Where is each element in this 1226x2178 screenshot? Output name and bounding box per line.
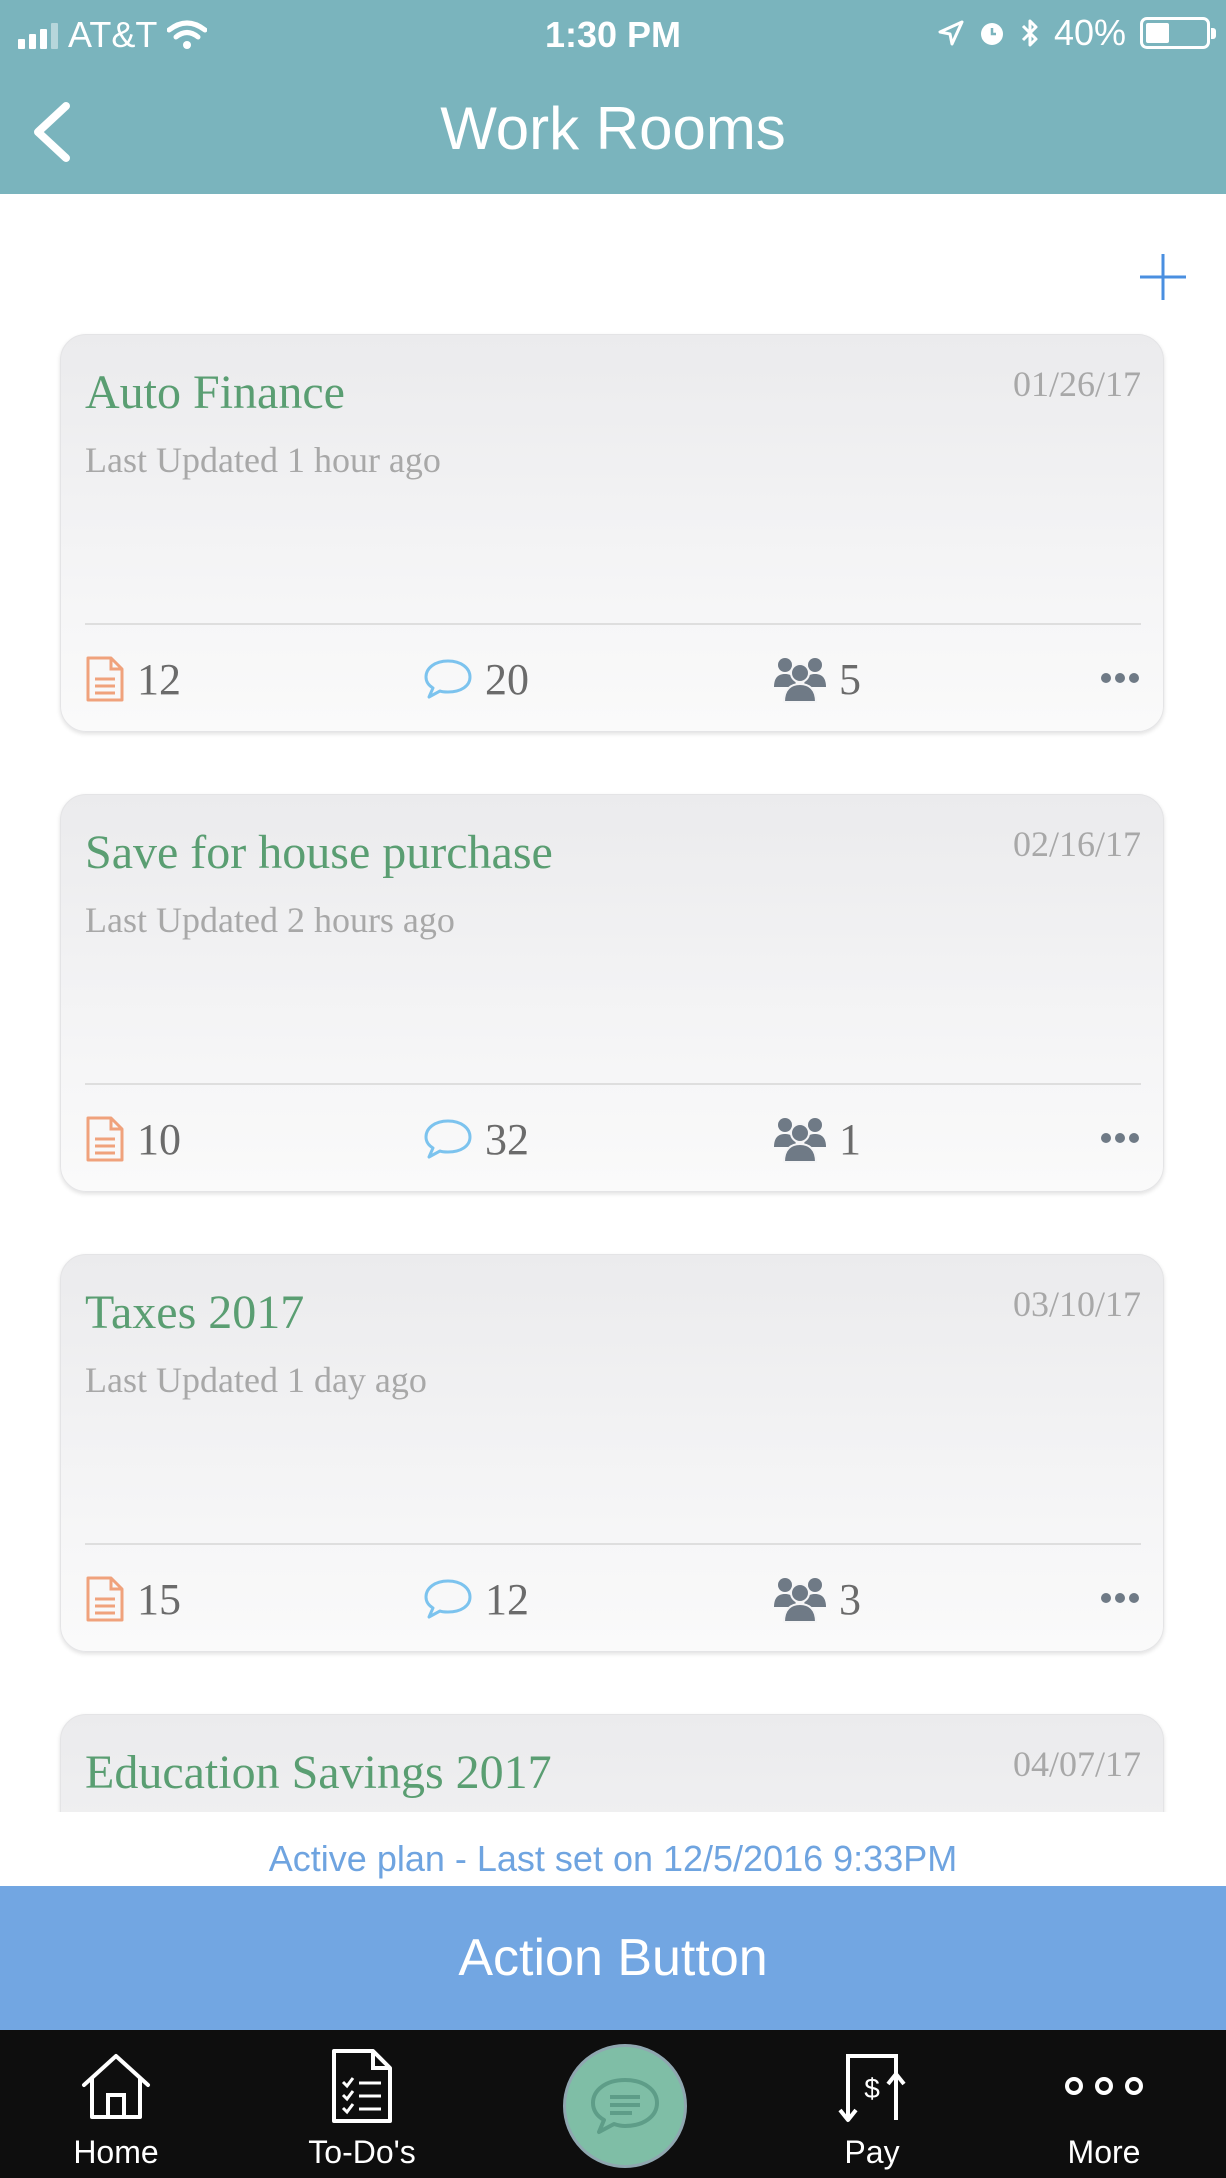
speech-bubble-icon bbox=[424, 1119, 472, 1159]
room-date: 04/07/17 bbox=[1012, 1744, 1141, 1784]
room-title: Education Savings 2017 bbox=[85, 1746, 552, 1799]
documents-count[interactable]: 12 bbox=[85, 651, 181, 707]
members-count-label: 3 bbox=[839, 1574, 861, 1624]
group-icon bbox=[774, 658, 826, 703]
battery-icon bbox=[1140, 17, 1216, 49]
documents-count[interactable]: 10 bbox=[85, 1111, 181, 1167]
tab-more-label: More bbox=[1067, 2134, 1141, 2170]
room-updated: Last Updated 2 hours ago bbox=[85, 900, 455, 940]
comments-count[interactable]: 20 bbox=[423, 651, 529, 707]
room-date: 02/16/17 bbox=[1012, 824, 1141, 864]
tab-bar: Home To-Do's $ Pay More bbox=[0, 2030, 1226, 2178]
tab-more[interactable]: More bbox=[1014, 2044, 1194, 2171]
ellipsis-icon[interactable] bbox=[1101, 1583, 1141, 1613]
members-count-label: 1 bbox=[839, 1114, 861, 1164]
documents-count-label: 15 bbox=[137, 1574, 181, 1624]
room-date: 03/10/17 bbox=[1012, 1284, 1141, 1324]
documents-count[interactable]: 15 bbox=[85, 1571, 181, 1627]
members-count[interactable]: 3 bbox=[773, 1571, 861, 1627]
more-icon bbox=[1065, 2077, 1143, 2095]
room-updated: Last Updated 1 hour ago bbox=[85, 440, 441, 480]
card-divider bbox=[85, 1543, 1141, 1545]
room-list: Auto Finance 01/26/17 Last Updated 1 hou… bbox=[0, 330, 1226, 1812]
tab-todos[interactable]: To-Do's bbox=[272, 2044, 452, 2171]
room-updated: Last Updated 1 day ago bbox=[85, 1360, 427, 1400]
tab-pay[interactable]: $ Pay bbox=[782, 2044, 962, 2171]
document-icon bbox=[86, 1576, 124, 1622]
group-icon bbox=[774, 1118, 826, 1163]
members-count[interactable]: 1 bbox=[773, 1111, 861, 1167]
group-icon bbox=[774, 1578, 826, 1623]
room-card[interactable]: Save for house purchase 02/16/17 Last Up… bbox=[60, 794, 1164, 1192]
location-icon bbox=[938, 20, 964, 46]
tab-todos-label: To-Do's bbox=[308, 2134, 416, 2170]
home-icon bbox=[82, 2054, 150, 2119]
comments-count[interactable]: 12 bbox=[423, 1571, 529, 1627]
chat-button[interactable] bbox=[563, 2044, 687, 2168]
comments-count[interactable]: 32 bbox=[423, 1111, 529, 1167]
comments-count-label: 32 bbox=[485, 1114, 529, 1164]
alarm-icon bbox=[980, 23, 1003, 45]
tab-pay-label: Pay bbox=[844, 2134, 900, 2170]
svg-text:$: $ bbox=[864, 2073, 880, 2104]
document-icon bbox=[86, 656, 124, 702]
members-count[interactable]: 5 bbox=[773, 651, 861, 707]
plus-icon bbox=[1140, 254, 1186, 300]
room-card[interactable]: Education Savings 2017 04/07/17 bbox=[60, 1714, 1164, 1812]
battery-fill bbox=[1146, 23, 1170, 43]
room-title: Auto Finance bbox=[85, 366, 345, 419]
speech-bubble-icon bbox=[424, 1579, 472, 1619]
battery-percent: 40% bbox=[1053, 12, 1126, 53]
navigation-bar: Work Rooms bbox=[0, 70, 1226, 194]
documents-count-label: 12 bbox=[137, 654, 181, 704]
comments-count-label: 20 bbox=[485, 654, 529, 704]
page-title: Work Rooms bbox=[440, 95, 786, 162]
ellipsis-icon[interactable] bbox=[1101, 1123, 1141, 1153]
room-card[interactable]: Auto Finance 01/26/17 Last Updated 1 hou… bbox=[60, 334, 1164, 732]
card-divider bbox=[85, 1083, 1141, 1085]
documents-count-label: 10 bbox=[137, 1114, 181, 1164]
pay-icon: $ bbox=[838, 2054, 906, 2122]
room-title: Save for house purchase bbox=[85, 826, 553, 879]
ellipsis-icon[interactable] bbox=[1101, 663, 1141, 693]
tab-home-label: Home bbox=[73, 2134, 159, 2170]
active-plan-status: Active plan - Last set on 12/5/2016 9:33… bbox=[268, 1838, 958, 1879]
tab-home[interactable]: Home bbox=[26, 2044, 206, 2171]
comments-count-label: 12 bbox=[485, 1574, 529, 1624]
speech-bubble-icon bbox=[424, 659, 472, 699]
room-title: Taxes 2017 bbox=[85, 1286, 305, 1339]
status-right: 40% bbox=[938, 12, 1216, 54]
status-bar: AT&T 1:30 PM 40% bbox=[0, 0, 1226, 70]
card-divider bbox=[85, 623, 1141, 625]
action-button[interactable]: Action Button bbox=[0, 1886, 1226, 2030]
room-card[interactable]: Taxes 2017 03/10/17 Last Updated 1 day a… bbox=[60, 1254, 1164, 1652]
checklist-icon bbox=[332, 2049, 392, 2123]
members-count-label: 5 bbox=[839, 654, 861, 704]
document-icon bbox=[86, 1116, 124, 1162]
add-room-button[interactable] bbox=[1138, 252, 1188, 302]
top-header: AT&T 1:30 PM 40% Work Rooms bbox=[0, 0, 1226, 194]
bluetooth-icon bbox=[1021, 19, 1038, 47]
room-date: 01/26/17 bbox=[1012, 364, 1141, 404]
chat-icon bbox=[591, 2078, 659, 2134]
